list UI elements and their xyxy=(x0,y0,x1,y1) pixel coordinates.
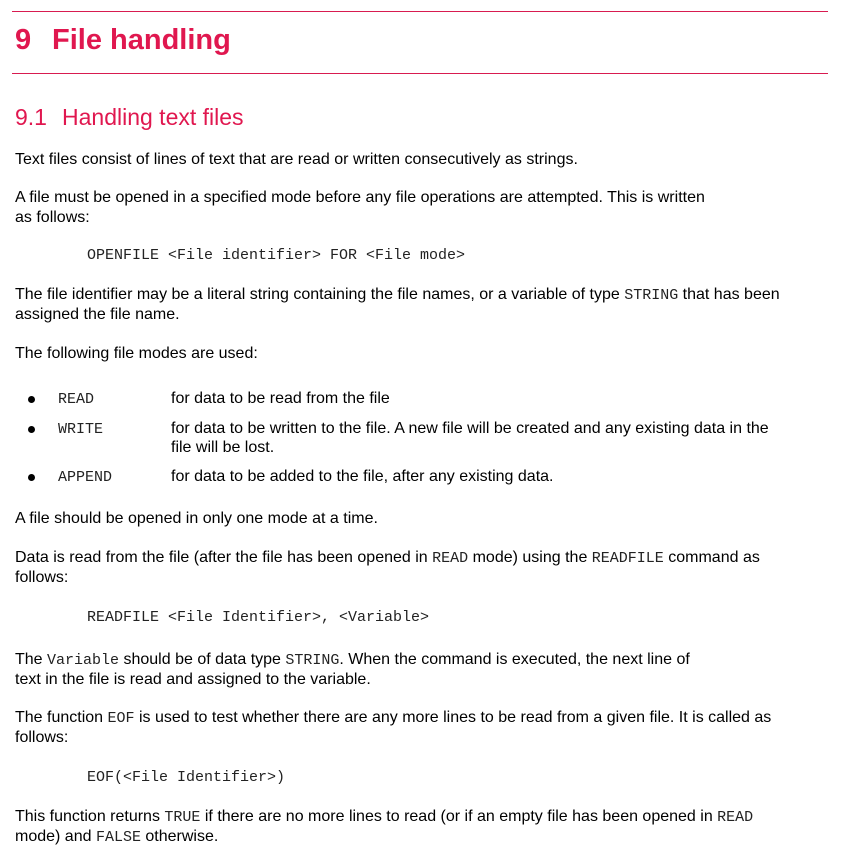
chapter-heading: 9 File handling xyxy=(15,24,231,57)
paragraph-line: The Variable should be of data type STRI… xyxy=(15,650,690,671)
text-run: This function returns xyxy=(15,808,165,825)
inline-code: READFILE xyxy=(591,550,664,567)
paragraph-line: Text files consist of lines of text that… xyxy=(15,150,578,170)
paragraph-line: Data is read from the file (after the fi… xyxy=(15,548,760,569)
inline-code: READFILE <File Identifier>, <Variable> xyxy=(87,609,430,626)
mode-description: for data to be written to the file. A ne… xyxy=(171,420,769,437)
section-number: 9.1 xyxy=(15,104,47,130)
text-run: mode) and xyxy=(15,828,96,845)
text-run: mode) using the xyxy=(468,549,592,566)
bullet-icon xyxy=(28,396,35,403)
mode-name: READ xyxy=(58,391,95,408)
chapter-title: File handling xyxy=(52,24,231,56)
text-run: . When the command is executed, the next… xyxy=(339,651,690,668)
text-run: A file should be opened in only one mode… xyxy=(15,510,378,527)
text-run: The file identifier may be a literal str… xyxy=(15,286,625,303)
mode-description: for data to be read from the file xyxy=(171,390,390,407)
text-run: The following file modes are used: xyxy=(15,345,258,362)
paragraph-line: The following file modes are used: xyxy=(15,344,258,364)
section-heading: 9.1 Handling text files xyxy=(15,104,244,131)
text-run: as follows: xyxy=(15,209,90,226)
inline-code: TRUE xyxy=(164,809,201,826)
paragraph-line: text in the file is read and assigned to… xyxy=(15,670,371,690)
inline-code: Variable xyxy=(47,652,120,669)
inline-code: EOF(<File Identifier>) xyxy=(87,769,286,786)
heading-rule xyxy=(12,73,828,74)
text-run: The function xyxy=(15,709,108,726)
chapter-number: 9 xyxy=(15,24,32,56)
inline-code: OPENFILE <File identifier> FOR <File mod… xyxy=(87,247,466,264)
paragraph-line: mode) and FALSE otherwise. xyxy=(15,827,218,848)
paragraph-line: This function returns TRUE if there are … xyxy=(15,807,753,828)
text-run: assigned the file name. xyxy=(15,306,180,323)
section-title: Handling text files xyxy=(62,104,244,130)
text-run: Text files consist of lines of text that… xyxy=(15,151,578,168)
code-line: OPENFILE <File identifier> FOR <File mod… xyxy=(87,245,465,266)
text-run: that has been xyxy=(678,286,780,303)
inline-code: STRING xyxy=(285,652,340,669)
paragraph-line: The file identifier may be a literal str… xyxy=(15,285,780,306)
text-run: if there are no more lines to read (or i… xyxy=(200,808,718,825)
code-line: EOF(<File Identifier>) xyxy=(87,767,285,788)
paragraph-line: follows: xyxy=(15,568,68,588)
text-run: Data is read from the file (after the fi… xyxy=(15,549,433,566)
text-run: text in the file is read and assigned to… xyxy=(15,671,371,688)
inline-code: READ xyxy=(717,809,754,826)
mode-name: WRITE xyxy=(58,421,104,438)
inline-code: FALSE xyxy=(95,829,141,846)
top-rule xyxy=(12,11,828,12)
mode-name: APPEND xyxy=(58,469,113,486)
mode-description: file will be lost. xyxy=(171,439,275,456)
text-run: command as xyxy=(663,549,760,566)
code-line: READFILE <File Identifier>, <Variable> xyxy=(87,607,429,628)
inline-code: STRING xyxy=(624,287,679,304)
bullet-icon xyxy=(28,426,35,433)
paragraph-line: follows: xyxy=(15,728,68,748)
inline-code: EOF xyxy=(107,710,135,727)
paragraph-line: The function EOF is used to test whether… xyxy=(15,708,771,729)
text-run: otherwise. xyxy=(140,828,219,845)
paragraph-line: assigned the file name. xyxy=(15,305,180,325)
bullet-icon xyxy=(28,474,35,481)
text-run: should be of data type xyxy=(119,651,286,668)
paragraph-line: A file must be opened in a specified mod… xyxy=(15,188,705,208)
text-run: follows: xyxy=(15,569,69,586)
mode-description: for data to be added to the file, after … xyxy=(171,468,554,485)
paragraph-line: as follows: xyxy=(15,208,90,228)
inline-code: READ xyxy=(432,550,469,567)
text-run: A file must be opened in a specified mod… xyxy=(15,189,705,206)
text-run: is used to test whether there are any mo… xyxy=(134,709,772,726)
text-run: follows: xyxy=(15,729,69,746)
text-run: The xyxy=(15,651,48,668)
paragraph-line: A file should be opened in only one mode… xyxy=(15,509,378,529)
